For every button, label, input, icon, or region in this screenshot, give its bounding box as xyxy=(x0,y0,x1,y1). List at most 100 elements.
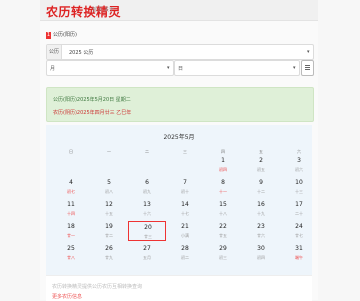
chevron-down-icon: ▾ xyxy=(293,65,296,71)
calendar-day[interactable]: 6 初九 xyxy=(128,177,166,197)
lunar-day-label: 初五 xyxy=(257,167,265,172)
calendar-day[interactable]: 2 初五 xyxy=(242,155,280,175)
calendar-day[interactable]: 23 廿六 xyxy=(242,221,280,241)
lunar-day-label: 初八 xyxy=(105,189,113,194)
lunar-day-label: 廿九 xyxy=(105,255,113,260)
lunar-day-label: 小满 xyxy=(181,233,189,238)
day-number: 12 xyxy=(105,201,113,208)
day-number: 27 xyxy=(143,245,151,252)
lunar-day-label: 廿二 xyxy=(105,233,113,238)
calendar-day[interactable]: 17 二十 xyxy=(280,199,318,219)
calendar-day[interactable]: 13 十六 xyxy=(128,199,166,219)
calendar-day[interactable]: 15 十八 xyxy=(204,199,242,219)
section-title: 1 公历(阳历) xyxy=(46,31,77,39)
lunar-day-label: 廿六 xyxy=(257,233,265,238)
chevron-down-icon: ▾ xyxy=(307,49,310,55)
chevron-down-icon: ▾ xyxy=(167,65,170,71)
day-number: 9 xyxy=(259,179,263,186)
calendar-day[interactable]: 27 五月 xyxy=(128,243,166,263)
nav-link-home[interactable]: 首页 xyxy=(92,6,102,13)
lunar-day-label: 十四 xyxy=(67,211,75,216)
result-alert: 公历(阳历)2025年5月20日 星期二 农历(阴历)2025年四月廿三 乙巳年 xyxy=(46,87,314,122)
calendar-day[interactable]: 21 小满 xyxy=(166,221,204,241)
menu-button[interactable] xyxy=(301,60,314,76)
calendar-day[interactable]: 5 初八 xyxy=(90,177,128,197)
calendar-day-selected[interactable]: 20 廿三 xyxy=(128,221,166,241)
calendar-day[interactable]: 30 初四 xyxy=(242,243,280,263)
day-number: 1 xyxy=(221,157,225,164)
lunar-day-label: 十二 xyxy=(257,189,265,194)
calendar-day[interactable]: 1 初四 xyxy=(204,155,242,175)
calendar-day[interactable]: 28 初二 xyxy=(166,243,204,263)
calendar-day[interactable]: 26 廿九 xyxy=(90,243,128,263)
day-number: 19 xyxy=(105,223,113,230)
month-select[interactable]: 月 ▾ xyxy=(46,60,174,76)
year-select[interactable]: 公历 2025 公历 ▾ xyxy=(46,44,314,60)
calendar-day[interactable]: 18 廿一 xyxy=(52,221,90,241)
day-number: 4 xyxy=(69,179,73,186)
calendar-day[interactable]: 9 十二 xyxy=(242,177,280,197)
month-select-value: 月 xyxy=(50,66,56,72)
lunar-day-label: 十三 xyxy=(295,189,303,194)
calendar-day[interactable]: 7 初十 xyxy=(166,177,204,197)
calendar-day[interactable]: 11 十四 xyxy=(52,199,90,219)
lunar-day-label: 廿三 xyxy=(144,234,152,239)
lunar-day-label: 初九 xyxy=(143,189,151,194)
day-select[interactable]: 日 ▾ xyxy=(174,60,300,76)
calendar-day[interactable]: 10 十三 xyxy=(280,177,318,197)
day-number: 17 xyxy=(295,201,303,208)
lunar-day-label: 廿八 xyxy=(67,255,75,260)
lunar-day-label: 初二 xyxy=(181,255,189,260)
lunar-day-label: 初七 xyxy=(67,189,75,194)
calendar-day[interactable]: 25 廿八 xyxy=(52,243,90,263)
calendar-day[interactable]: 4 初七 xyxy=(52,177,90,197)
day-number: 6 xyxy=(145,179,149,186)
day-number: 16 xyxy=(257,201,265,208)
lunar-day-label: 廿一 xyxy=(67,233,75,238)
result-lunar-date: 农历(阴历)2025年四月廿三 乙巳年 xyxy=(53,110,132,116)
weekday-header: 三 xyxy=(183,149,187,154)
day-number: 7 xyxy=(183,179,187,186)
footer-text: 农历转换精灵提供公历农历互相转换查询 xyxy=(52,284,143,290)
calendar-day[interactable]: 29 初三 xyxy=(204,243,242,263)
page: 农历转换精灵 首页 关于 1 公历(阳历) 公历 2025 公历 ▾ 月 ▾ 日 … xyxy=(40,0,318,301)
lunar-day-label: 端午 xyxy=(295,255,303,260)
calendar-day[interactable]: 22 廿五 xyxy=(204,221,242,241)
day-number: 26 xyxy=(105,245,113,252)
lunar-day-label: 十九 xyxy=(257,211,265,216)
lunar-day-label: 十七 xyxy=(181,211,189,216)
day-number: 25 xyxy=(67,245,75,252)
day-number: 10 xyxy=(295,179,303,186)
day-number: 5 xyxy=(107,179,111,186)
day-number: 14 xyxy=(181,201,189,208)
day-number: 24 xyxy=(295,223,303,230)
lunar-day-label: 初十 xyxy=(181,189,189,194)
top-bar: 农历转换精灵 首页 关于 xyxy=(40,0,318,21)
nav-link-about[interactable]: 关于 xyxy=(104,6,114,13)
calendar-day[interactable]: 3 初六 xyxy=(280,155,318,175)
calendar-day[interactable]: 16 十九 xyxy=(242,199,280,219)
day-number: 11 xyxy=(67,201,75,208)
lunar-day-label: 五月 xyxy=(143,255,151,260)
lunar-day-label: 廿五 xyxy=(219,233,227,238)
lunar-day-label: 十八 xyxy=(219,211,227,216)
day-select-value: 日 xyxy=(178,66,184,72)
calendar-day[interactable]: 12 十五 xyxy=(90,199,128,219)
month-calendar: 2025年5月 日一二三四五六 1 初四 2 初五 3 初六 4 初七 5 初八 6 初九 7 初十 8 十一 9… xyxy=(46,125,312,275)
weekday-header: 二 xyxy=(145,149,149,154)
lunar-day-label: 初六 xyxy=(295,167,303,172)
calendar-day[interactable]: 19 廿二 xyxy=(90,221,128,241)
day-number: 3 xyxy=(297,157,301,164)
section-title-text: 公历(阳历) xyxy=(53,32,77,38)
footer-link[interactable]: 更多农历信息 xyxy=(52,293,82,300)
calendar-day[interactable]: 8 十一 xyxy=(204,177,242,197)
calendar-day[interactable]: 24 廿七 xyxy=(280,221,318,241)
day-number: 20 xyxy=(144,224,152,231)
calendar-day[interactable]: 31 端午 xyxy=(280,243,318,263)
day-number: 28 xyxy=(181,245,189,252)
lunar-day-label: 十五 xyxy=(105,211,113,216)
year-select-label: 公历 xyxy=(47,45,62,59)
calendar-day[interactable]: 14 十七 xyxy=(166,199,204,219)
menu-icon xyxy=(305,65,310,66)
day-number: 30 xyxy=(257,245,265,252)
